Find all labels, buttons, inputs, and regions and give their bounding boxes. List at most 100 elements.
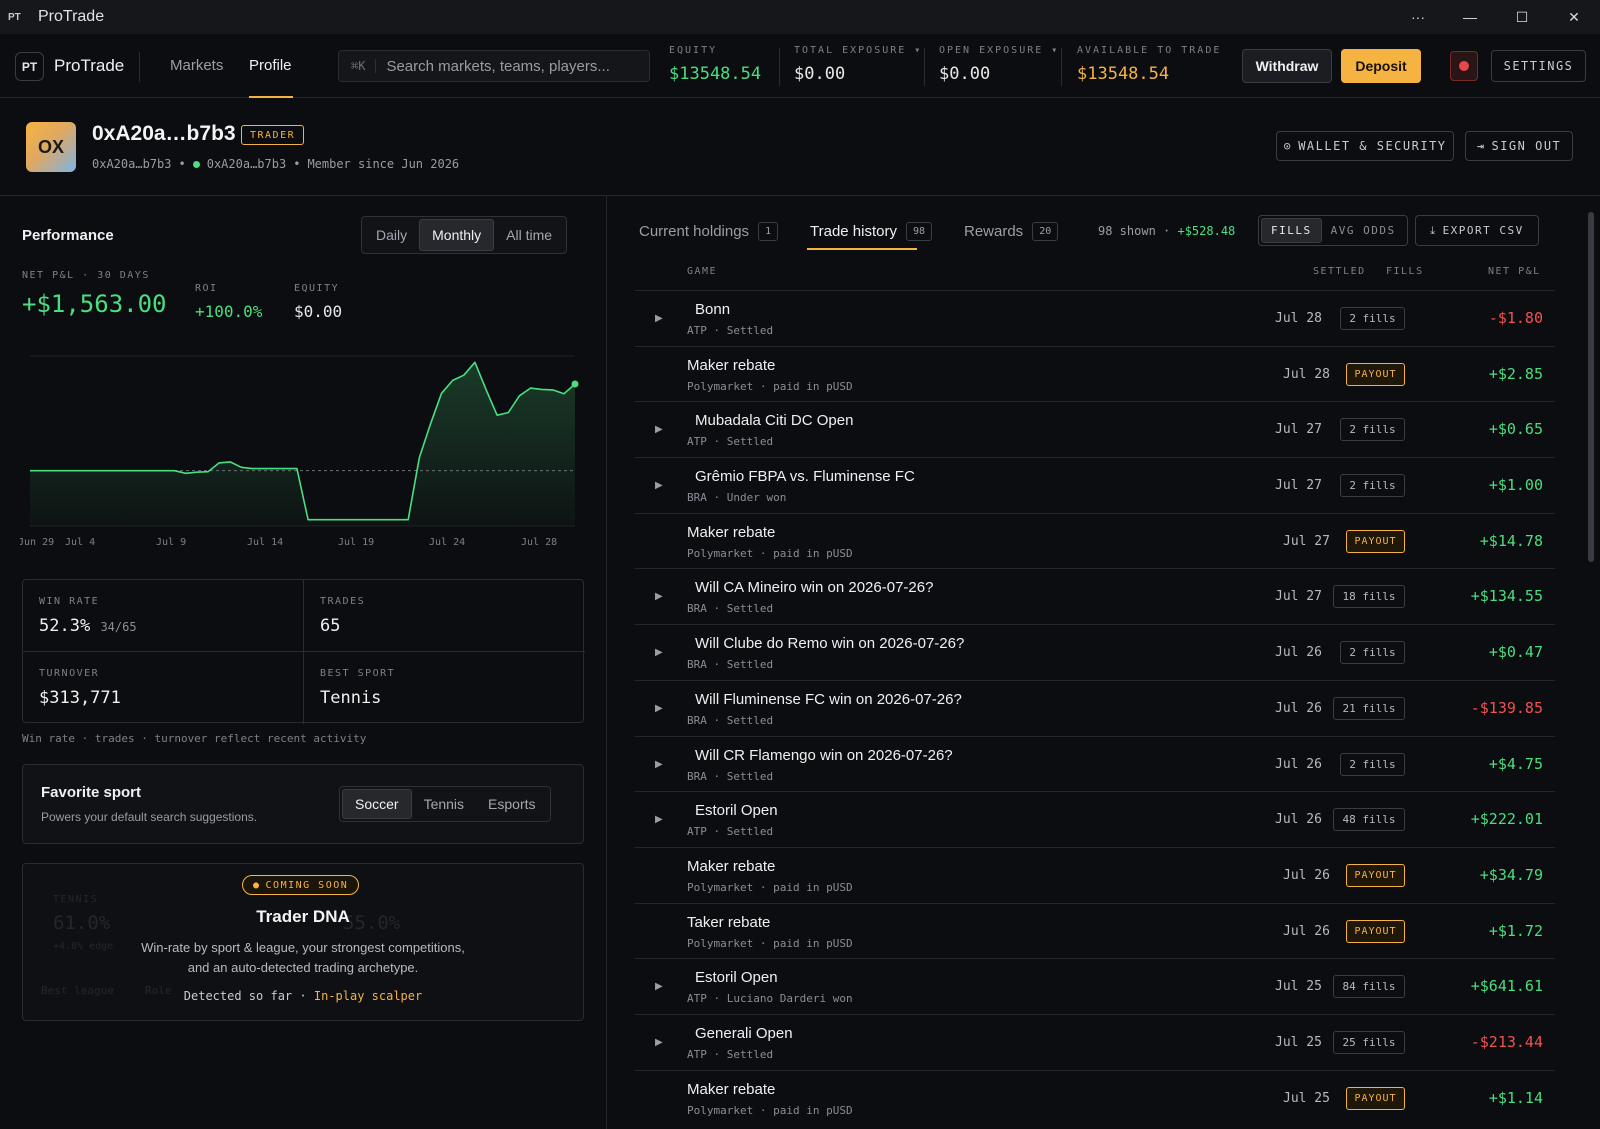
- range-daily[interactable]: Daily: [364, 219, 419, 251]
- scrollbar-thumb[interactable]: [1588, 212, 1594, 562]
- toggle-avg-odds[interactable]: AVG ODDS: [1322, 218, 1405, 243]
- nav-item-markets[interactable]: Markets: [170, 57, 223, 74]
- expand-caret-icon[interactable]: ▶: [655, 703, 663, 714]
- expand-caret-icon[interactable]: ▶: [655, 480, 663, 491]
- search-box[interactable]: ⌘K: [338, 50, 650, 82]
- expand-caret-icon[interactable]: ▶: [655, 647, 663, 658]
- row-net-pnl: +$222.01: [1470, 810, 1543, 829]
- fills-badge[interactable]: 2 fills: [1340, 752, 1405, 776]
- metric-total-exposure[interactable]: TOTAL EXPOSURE ▾ $0.00: [794, 45, 922, 84]
- row-subtitle: Polymarket · paid in pUSD: [687, 379, 853, 393]
- x-tick-label: Jun 29: [20, 537, 54, 548]
- tab-label: Trade history: [810, 223, 897, 240]
- expand-caret-icon[interactable]: ▶: [655, 591, 663, 602]
- table-row[interactable]: Maker rebate Polymarket · paid in pUSD Jul…: [635, 846, 1555, 903]
- close-icon[interactable]: ✕: [1548, 0, 1600, 34]
- sport-option-tennis[interactable]: Tennis: [412, 789, 476, 819]
- detected-prefix: Detected so far ·: [183, 989, 307, 1003]
- metric-available: AVAILABLE TO TRADE $13548.54: [1077, 45, 1221, 84]
- equity-label: EQUITY: [294, 283, 340, 294]
- table-row[interactable]: ▶ Bonn ATP · Settled Jul 28 2 fills -$1.80: [635, 290, 1555, 346]
- settings-button[interactable]: SETTINGS: [1491, 50, 1586, 82]
- fills-badge[interactable]: 2 fills: [1340, 418, 1405, 442]
- sign-out-button[interactable]: ⇥ SIGN OUT: [1465, 131, 1573, 161]
- fills-badge[interactable]: 21 fills: [1333, 696, 1405, 720]
- deposit-button[interactable]: Deposit: [1341, 49, 1421, 83]
- row-settled-date: Jul 26: [1283, 867, 1330, 883]
- stat-value: Tennis: [320, 688, 382, 708]
- table-row[interactable]: ▶ Will CA Mineiro win on 2026-07-26? BRA ·…: [635, 568, 1555, 624]
- fills-badge[interactable]: 48 fills: [1333, 808, 1405, 832]
- table-row[interactable]: ▶ Estoril Open ATP · Luciano Darderi won Ju…: [635, 958, 1555, 1014]
- table-row[interactable]: ▶ Generali Open ATP · Settled Jul 25 25 fill…: [635, 1013, 1555, 1070]
- expand-caret-icon[interactable]: ▶: [655, 814, 663, 825]
- description-line: and an auto-detected trading archetype.: [187, 960, 419, 975]
- row-subtitle: ATP · Luciano Darderi won: [687, 992, 853, 1006]
- table-row[interactable]: ▶ Estoril Open ATP · Settled Jul 26 48 fills…: [635, 791, 1555, 847]
- row-settled-date: Jul 27: [1275, 589, 1322, 605]
- toggle-fills[interactable]: FILLS: [1261, 218, 1322, 243]
- separator: •: [293, 157, 301, 171]
- expand-caret-icon[interactable]: ▶: [655, 1037, 663, 1048]
- search-input[interactable]: [386, 57, 627, 75]
- fills-badge[interactable]: 84 fills: [1333, 975, 1405, 999]
- payout-badge: PAYOUT: [1346, 919, 1405, 943]
- row-net-pnl: -$213.44: [1470, 1032, 1543, 1051]
- table-row[interactable]: ▶ Will Fluminense FC win on 2026-07-26? BR…: [635, 679, 1555, 736]
- withdraw-button[interactable]: Withdraw: [1242, 49, 1332, 83]
- sport-option-soccer[interactable]: Soccer: [342, 789, 412, 819]
- tab-current-holdings[interactable]: Current holdings 1: [639, 222, 779, 241]
- row-net-pnl: +$1.14: [1488, 1088, 1543, 1107]
- table-row[interactable]: ▶ Will CR Flamengo win on 2026-07-26? BRA …: [635, 735, 1555, 792]
- row-settled-date: Jul 26: [1275, 812, 1322, 828]
- expand-caret-icon[interactable]: ▶: [655, 424, 663, 435]
- metric-open-exposure[interactable]: OPEN EXPOSURE ▾ $0.00: [939, 45, 1059, 84]
- stat-label: TRADES: [320, 596, 366, 607]
- profile-wallet[interactable]: 0xA20a…b7b3: [207, 157, 286, 171]
- x-tick-label: Jul 9: [156, 537, 186, 548]
- tab-count: 20: [1032, 222, 1059, 241]
- brand-logo[interactable]: PT: [15, 52, 44, 81]
- fills-badge[interactable]: 2 fills: [1340, 474, 1405, 498]
- record-button[interactable]: [1450, 51, 1478, 81]
- fills-badge[interactable]: 18 fills: [1333, 585, 1405, 609]
- sport-option-esports[interactable]: Esports: [476, 789, 547, 819]
- more-options-icon[interactable]: ···: [1392, 0, 1444, 34]
- col-net-pnl: NET P&L: [1488, 266, 1541, 277]
- expand-caret-icon[interactable]: ▶: [655, 313, 663, 324]
- minimize-icon[interactable]: —: [1444, 0, 1496, 34]
- metric-label: OPEN EXPOSURE ▾: [939, 45, 1060, 56]
- table-row[interactable]: Maker rebate Polymarket · paid in pUSD Jul…: [635, 512, 1555, 569]
- tab-trade-history[interactable]: Trade history 98: [810, 222, 933, 241]
- profile-address[interactable]: 0xA20a…b7b3: [92, 157, 171, 171]
- range-monthly[interactable]: Monthly: [419, 219, 495, 251]
- tab-active-indicator: [807, 248, 917, 250]
- export-csv-button[interactable]: ⤓ EXPORT CSV: [1415, 215, 1539, 246]
- metric-value: $13548.54: [669, 64, 762, 84]
- table-row[interactable]: Maker rebate Polymarket · paid in pUSD Jul…: [635, 345, 1555, 402]
- profile-header: OX 0xA20a…b7b3 TRADER 0xA20a…b7b3 • 0xA2…: [0, 98, 1600, 196]
- coming-soon-label: COMING SOON: [265, 879, 349, 891]
- row-subtitle: BRA · Settled: [687, 602, 774, 616]
- fills-badge[interactable]: 2 fills: [1340, 641, 1405, 665]
- expand-caret-icon[interactable]: ▶: [655, 759, 663, 770]
- row-subtitle: Polymarket · paid in pUSD: [687, 546, 853, 560]
- expand-caret-icon[interactable]: ▶: [655, 981, 663, 992]
- table-row[interactable]: ▶ Will Clube do Remo win on 2026-07-26? BR…: [635, 624, 1555, 680]
- row-subtitle: ATP · Settled: [687, 825, 774, 839]
- detected-archetype: Detected so far · In-play scalper: [23, 989, 583, 1003]
- table-row[interactable]: Maker rebate Polymarket · paid in pUSD Jul…: [635, 1069, 1555, 1126]
- table-row[interactable]: ▶ Mubadala Citi DC Open ATP · Settled Jul 2…: [635, 401, 1555, 457]
- maximize-icon[interactable]: ☐: [1496, 0, 1548, 34]
- nav-item-profile[interactable]: Profile: [249, 57, 292, 74]
- table-row[interactable]: Taker rebate Polymarket · paid in pUSD Jul…: [635, 902, 1555, 959]
- table-row[interactable]: ▶ Grêmio FBPA vs. Fluminense FC BRA · Unde…: [635, 457, 1555, 513]
- range-all-time[interactable]: All time: [494, 219, 564, 251]
- row-subtitle: BRA · Under won: [687, 491, 787, 505]
- brand-name[interactable]: ProTrade: [54, 56, 124, 76]
- tab-rewards[interactable]: Rewards 20: [964, 222, 1059, 241]
- fills-badge[interactable]: 2 fills: [1340, 307, 1405, 330]
- fills-badge[interactable]: 25 fills: [1333, 1030, 1405, 1054]
- page-scrollbar[interactable]: [1585, 200, 1597, 1129]
- wallet-security-button[interactable]: ⊙ WALLET & SECURITY: [1276, 131, 1454, 161]
